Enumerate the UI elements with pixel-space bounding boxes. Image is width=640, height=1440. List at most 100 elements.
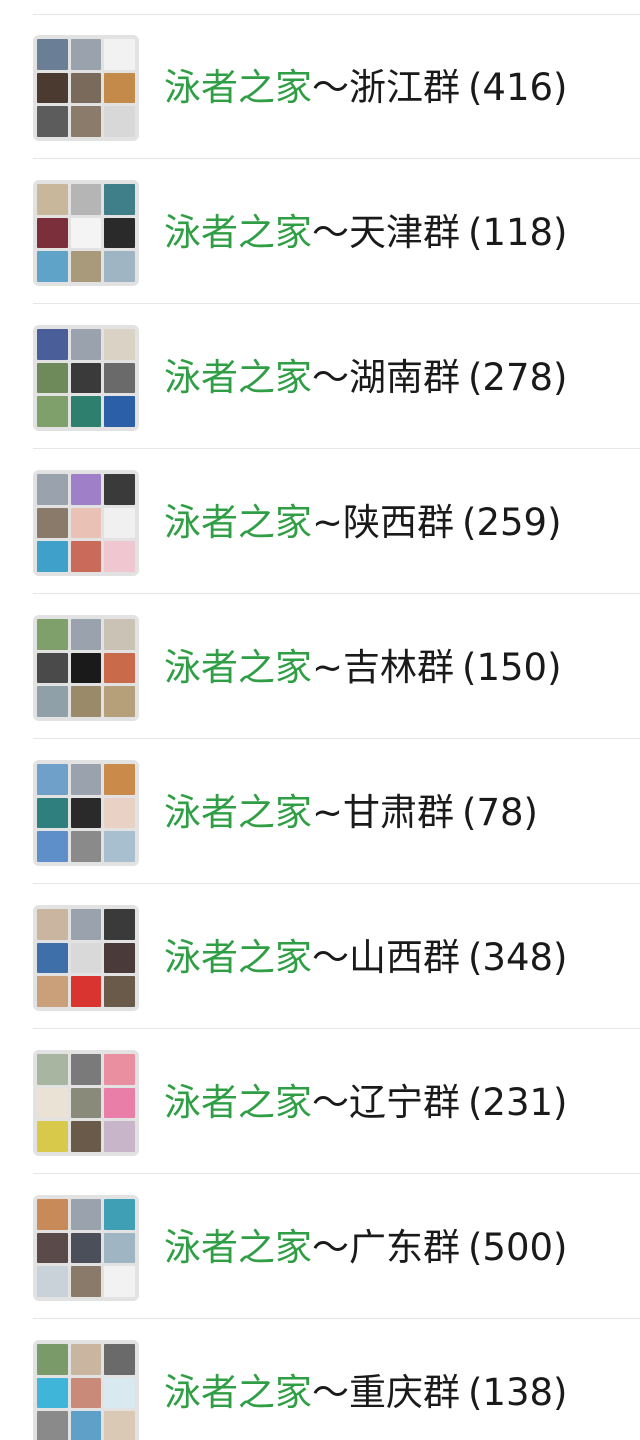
group-title: 泳者之家~吉林群 (150) [164, 646, 562, 690]
member-avatar-thumbnail [37, 507, 68, 539]
chat-list-item[interactable]: 泳者之家～广东群 (500) [0, 1174, 640, 1319]
member-avatar-thumbnail [104, 909, 135, 940]
group-title: 泳者之家～浙江群 (416) [164, 66, 568, 110]
member-avatar-thumbnail [104, 39, 135, 70]
member-avatar-thumbnail [104, 797, 135, 829]
group-name-prefix: 泳者之家 [164, 936, 312, 979]
member-avatar-thumbnail [37, 942, 68, 974]
member-avatar-thumbnail [104, 362, 135, 394]
member-avatar-thumbnail [70, 797, 102, 829]
member-avatar-thumbnail [104, 1121, 135, 1152]
group-avatar [33, 760, 139, 866]
chat-list-item[interactable]: 泳者之家～湖南群 (278) [0, 304, 640, 449]
member-avatar-thumbnail [37, 1377, 68, 1409]
member-avatar-thumbnail [70, 619, 102, 650]
member-avatar-thumbnail [104, 1087, 135, 1119]
member-avatar-thumbnail [104, 184, 135, 215]
member-avatar-thumbnail [70, 362, 102, 394]
chat-list-item[interactable]: 泳者之家～山西群 (348) [0, 884, 640, 1029]
member-avatar-thumbnail [70, 507, 102, 539]
member-avatar-thumbnail [70, 184, 102, 215]
member-avatar-thumbnail [37, 474, 68, 505]
member-avatar-thumbnail [70, 329, 102, 360]
group-avatar [33, 35, 139, 141]
member-count: (138) [468, 1371, 568, 1414]
member-avatar-thumbnail [104, 942, 135, 974]
member-avatar-thumbnail [70, 686, 102, 717]
group-name-prefix: 泳者之家 [164, 211, 312, 254]
member-avatar-thumbnail [37, 1121, 68, 1152]
member-avatar-thumbnail [70, 764, 102, 795]
member-avatar-thumbnail [70, 1199, 102, 1230]
member-count: (278) [468, 356, 568, 399]
member-count: (348) [468, 936, 568, 979]
member-avatar-thumbnail [37, 72, 68, 104]
member-avatar-thumbnail [70, 1054, 102, 1085]
chat-list-item[interactable]: 泳者之家～浙江群 (416) [0, 14, 640, 159]
group-avatar [33, 1340, 139, 1440]
member-avatar-thumbnail [70, 106, 102, 137]
chat-list-item[interactable]: 泳者之家~吉林群 (150) [0, 594, 640, 739]
group-region-suffix: ～天津群 [312, 211, 460, 254]
member-avatar-thumbnail [37, 541, 68, 572]
group-avatar [33, 1050, 139, 1156]
member-avatar-thumbnail [104, 831, 135, 862]
group-title: 泳者之家～天津群 (118) [164, 211, 568, 255]
group-title: 泳者之家～山西群 (348) [164, 936, 568, 980]
member-avatar-thumbnail [37, 686, 68, 717]
member-avatar-thumbnail [70, 541, 102, 572]
group-name-prefix: 泳者之家 [164, 1371, 312, 1414]
group-title: 泳者之家～广东群 (500) [164, 1226, 568, 1270]
member-avatar-thumbnail [37, 184, 68, 215]
chat-list-item[interactable]: 泳者之家~陕西群 (259) [0, 449, 640, 594]
member-avatar-thumbnail [37, 764, 68, 795]
member-avatar-thumbnail [37, 619, 68, 650]
member-count: (78) [462, 791, 538, 834]
group-title: 泳者之家~甘肃群 (78) [164, 791, 538, 835]
chat-list-item[interactable]: 泳者之家～辽宁群 (231) [0, 1029, 640, 1174]
member-avatar-thumbnail [37, 39, 68, 70]
member-avatar-thumbnail [104, 764, 135, 795]
member-count: (500) [468, 1226, 568, 1269]
chat-list-item[interactable]: 泳者之家～天津群 (118) [0, 159, 640, 304]
member-avatar-thumbnail [37, 976, 68, 1007]
member-avatar-thumbnail [37, 1087, 68, 1119]
member-count: (118) [468, 211, 568, 254]
group-region-suffix: ～辽宁群 [312, 1081, 460, 1124]
member-avatar-thumbnail [37, 106, 68, 137]
group-title: 泳者之家~陕西群 (259) [164, 501, 562, 545]
member-avatar-thumbnail [37, 362, 68, 394]
group-name-prefix: 泳者之家 [164, 1226, 312, 1269]
member-avatar-thumbnail [37, 217, 68, 249]
member-avatar-thumbnail [104, 686, 135, 717]
member-avatar-thumbnail [70, 1377, 102, 1409]
member-avatar-thumbnail [37, 1411, 68, 1440]
group-name-prefix: 泳者之家 [164, 356, 312, 399]
group-name-prefix: 泳者之家 [164, 501, 312, 544]
group-avatar [33, 180, 139, 286]
member-avatar-thumbnail [70, 652, 102, 684]
member-avatar-thumbnail [104, 106, 135, 137]
member-avatar-thumbnail [104, 474, 135, 505]
chat-list-item[interactable]: 泳者之家~甘肃群 (78) [0, 739, 640, 884]
group-title: 泳者之家～湖南群 (278) [164, 356, 568, 400]
member-avatar-thumbnail [37, 1054, 68, 1085]
member-avatar-thumbnail [37, 1266, 68, 1297]
member-avatar-thumbnail [70, 942, 102, 974]
member-avatar-thumbnail [104, 652, 135, 684]
group-avatar [33, 1195, 139, 1301]
member-avatar-thumbnail [37, 1232, 68, 1264]
group-region-suffix: ～山西群 [312, 936, 460, 979]
member-avatar-thumbnail [70, 251, 102, 282]
member-avatar-thumbnail [70, 1344, 102, 1375]
group-name-prefix: 泳者之家 [164, 66, 312, 109]
group-avatar [33, 325, 139, 431]
chat-list-item[interactable]: 泳者之家～重庆群 (138) [0, 1319, 640, 1440]
member-avatar-thumbnail [70, 474, 102, 505]
group-region-suffix: ~陕西群 [312, 501, 455, 544]
member-avatar-thumbnail [37, 652, 68, 684]
group-region-suffix: ~甘肃群 [312, 791, 455, 834]
member-avatar-thumbnail [104, 1344, 135, 1375]
member-avatar-thumbnail [104, 1377, 135, 1409]
member-avatar-thumbnail [37, 1199, 68, 1230]
